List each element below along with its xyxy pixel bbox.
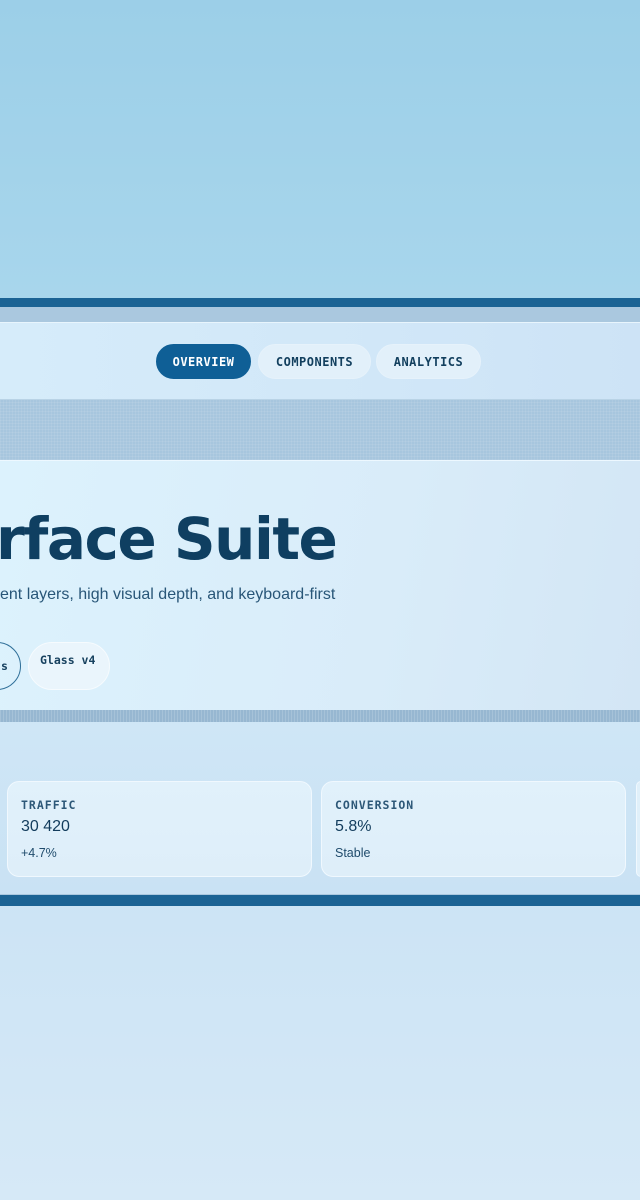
stat-card-traffic: TRAFFIC 30 420 +4.7% bbox=[7, 781, 312, 877]
tab-analytics[interactable]: ANALYTICS bbox=[376, 344, 481, 379]
stat-card-conversion: CONVERSION 5.8% Stable bbox=[321, 781, 626, 877]
tab-components[interactable]: COMPONENTS bbox=[258, 344, 371, 379]
tag-pill-label: s bbox=[1, 659, 8, 673]
stat-card-partial bbox=[636, 781, 640, 877]
tab-overview[interactable]: OVERVIEW bbox=[156, 344, 251, 379]
section-divider bbox=[0, 710, 640, 722]
stat-value: 5.8% bbox=[335, 818, 372, 835]
stat-change: Stable bbox=[335, 846, 371, 860]
stat-change: +4.7% bbox=[21, 846, 57, 860]
texture-strip bbox=[0, 400, 640, 460]
tag-pill-label: Glass v4 bbox=[40, 653, 96, 667]
stat-label: TRAFFIC bbox=[21, 798, 77, 812]
tag-pill-glass[interactable]: Glass v4 bbox=[28, 642, 110, 690]
page-title: rface Suite bbox=[0, 505, 338, 573]
hero-subtitle: ent layers, high visual depth, and keybo… bbox=[0, 586, 336, 603]
stat-value: 30 420 bbox=[21, 818, 70, 835]
stat-label: CONVERSION bbox=[335, 798, 415, 812]
